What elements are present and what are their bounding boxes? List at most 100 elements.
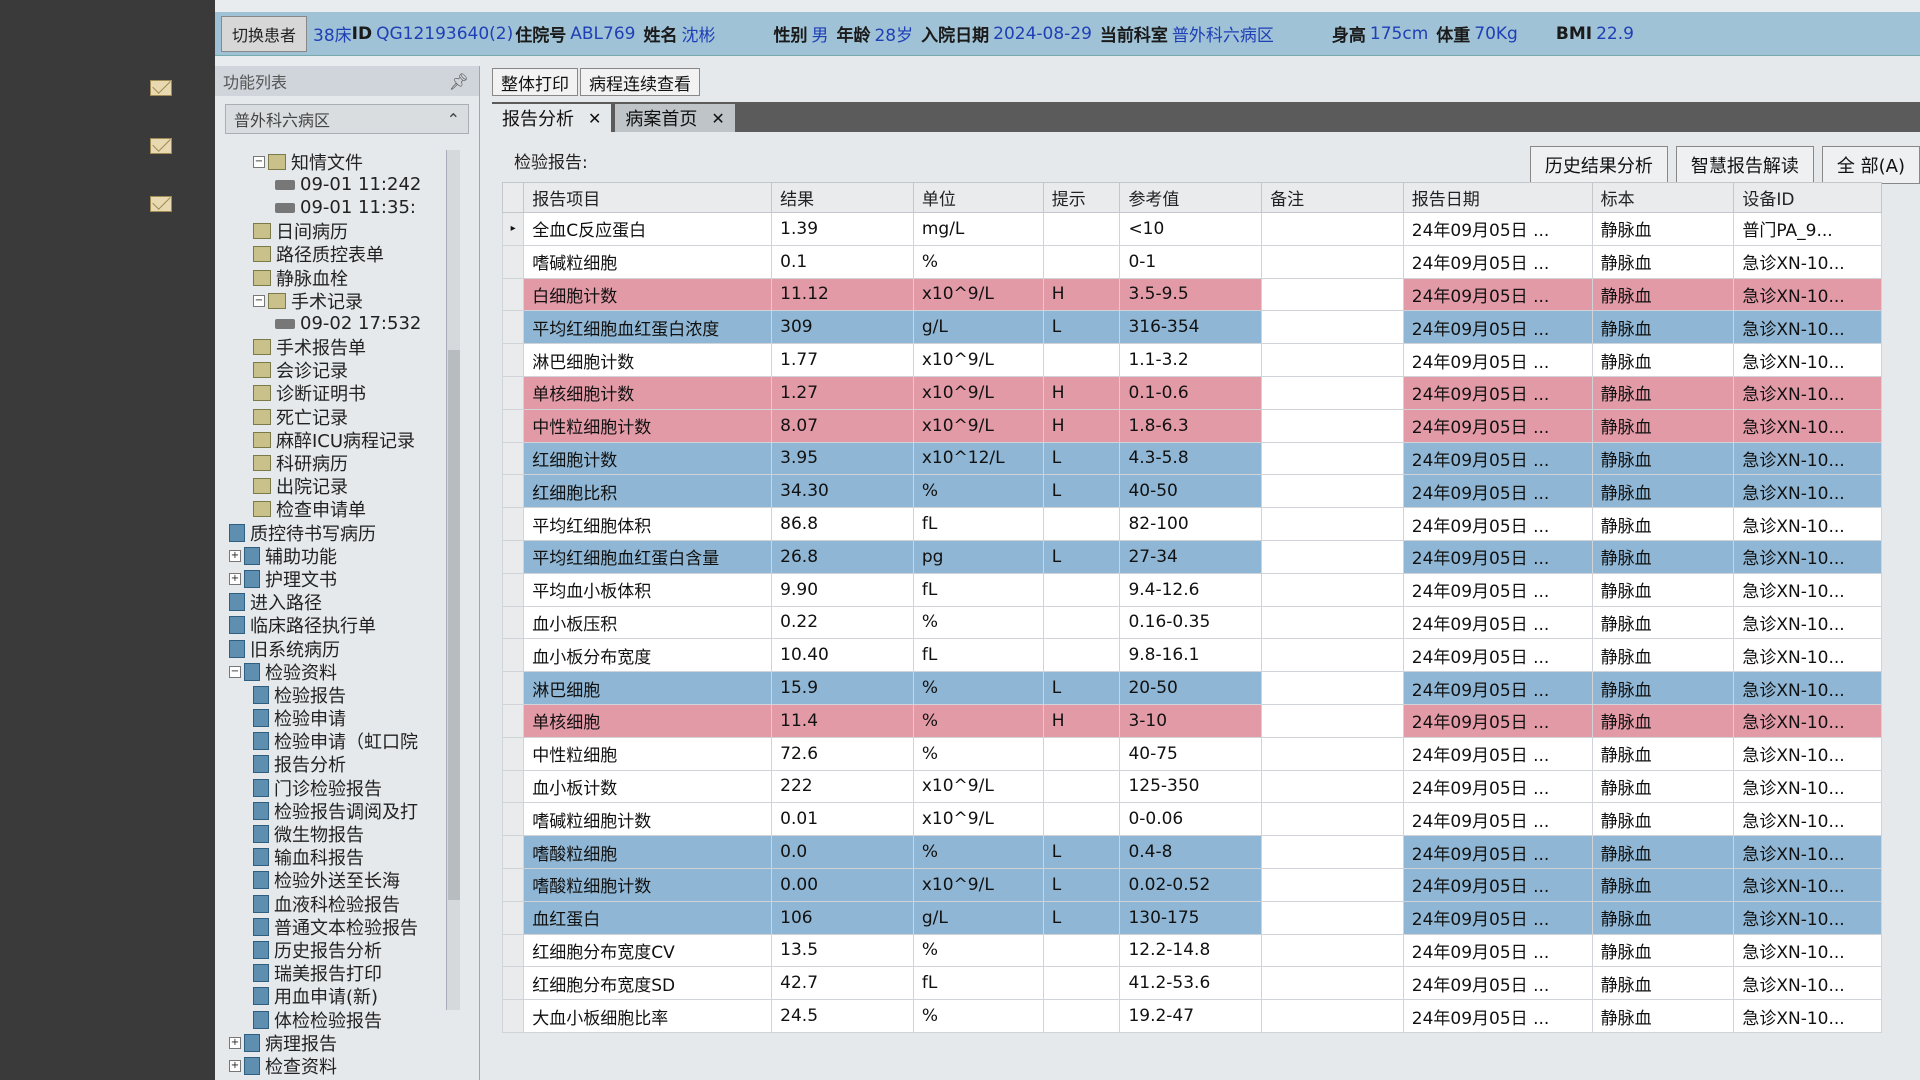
scrollbar-thumb[interactable] [448, 350, 460, 900]
table-row[interactable]: 嗜酸粒细胞计数 0.00 x10^9/L L 0.02-0.52 24年09月05日 ..… [501, 867, 1882, 902]
tab-report-analysis[interactable]: 报告分析 ✕ [492, 104, 612, 132]
tree-item[interactable]: 检验申请（虹口院 [219, 730, 459, 753]
row-indicator[interactable] [501, 769, 525, 804]
tree-item[interactable]: 进入路径 [219, 591, 459, 614]
tree-item[interactable]: 门诊检验报告 [219, 776, 459, 800]
table-row[interactable]: 平均红细胞血红蛋白浓度 309 g/L L 316-354 24年09月05日 ... 静脉… [501, 310, 1882, 345]
tree-item[interactable]: 死亡记录 [219, 405, 459, 429]
row-indicator[interactable] [501, 244, 525, 279]
row-indicator[interactable] [501, 310, 525, 345]
row-indicator[interactable] [501, 277, 525, 312]
tree-item[interactable]: 日间病历 [219, 220, 459, 243]
tree-item[interactable]: 会诊记录 [219, 359, 459, 382]
tree-scrollbar[interactable] [446, 150, 460, 1010]
row-indicator[interactable] [501, 867, 525, 902]
table-row[interactable]: 嗜碱粒细胞 0.1% 0-1 24年09月05日 ... 静脉血 急诊XN-10... [501, 244, 1882, 279]
table-row[interactable]: 红细胞计数 3.95 x10^12/L L 4.3-5.8 24年09月05日 ... 静脉… [501, 441, 1882, 476]
row-indicator[interactable] [501, 343, 525, 377]
tree-item[interactable]: − 知情文件 [219, 150, 459, 174]
collapse-icon[interactable]: − [253, 294, 265, 307]
expand-icon[interactable]: + [229, 549, 241, 562]
row-indicator[interactable] [501, 507, 525, 541]
row-indicator[interactable] [501, 736, 525, 771]
table-row[interactable]: 平均红细胞血红蛋白含量 26.8 pg L 27-34 24年09月05日 ... 静脉血急… [501, 539, 1882, 574]
collapse-icon[interactable]: − [253, 155, 265, 168]
row-indicator[interactable] [501, 474, 525, 509]
table-row[interactable]: 血小板压积 0.22% 0.16-0.35 24年09月05日 ... 静脉血 急诊XN-… [501, 605, 1882, 640]
row-indicator[interactable] [501, 933, 525, 968]
table-row[interactable]: 血小板分布宽度 10.40 fL 9.8-16.1 24年09月05日 ... 静脉血 急诊… [501, 638, 1882, 673]
continuous-view-button[interactable]: 病程连续查看 [580, 68, 700, 96]
tree-item[interactable]: 用血申请(新) [219, 985, 459, 1008]
tree-item[interactable]: 科研病历 [219, 451, 459, 475]
tree-item[interactable]: + 检查资料 [219, 1054, 459, 1078]
column-header[interactable]: 结果 [771, 182, 914, 213]
column-header[interactable]: 单位 [912, 182, 1044, 213]
tree-item[interactable]: 路径质控表单 [219, 243, 459, 266]
close-icon[interactable]: ✕ [588, 109, 601, 128]
table-row[interactable]: 白细胞计数 11.12 x10^9/L H 3.5-9.5 24年09月05日 ... 静脉… [501, 277, 1882, 312]
table-row[interactable]: 血小板计数 222 x10^9/L 125-350 24年09月05日 ... 静脉血 急诊… [501, 769, 1882, 804]
expand-icon[interactable]: + [229, 572, 241, 585]
column-header[interactable]: 备注 [1261, 182, 1404, 213]
table-row[interactable]: 红细胞比积 34.30% L 40-50 24年09月05日 ... 静脉血 急诊XN-10… [501, 474, 1882, 509]
tree-item[interactable]: 报告分析 [219, 753, 459, 776]
row-indicator[interactable] [501, 835, 525, 869]
row-indicator[interactable] [501, 441, 525, 476]
tree-item[interactable]: 微生物报告 [219, 822, 459, 846]
expand-icon[interactable]: + [229, 1059, 241, 1072]
column-header[interactable]: 报告项目 [523, 182, 773, 213]
tree-item[interactable]: 历史报告分析 [219, 938, 459, 962]
tree-item[interactable]: 手术报告单 [219, 336, 459, 359]
column-header[interactable]: 报告日期 [1402, 182, 1593, 213]
tree-item[interactable]: 质控待书写病历 [219, 521, 459, 545]
column-header[interactable]: 标本 [1591, 182, 1735, 213]
table-row[interactable]: 单核细胞 11.4% H 3-10 24年09月05日 ... 静脉血 急诊XN-10... [501, 703, 1882, 738]
row-indicator[interactable] [501, 703, 525, 738]
row-indicator[interactable] [501, 408, 525, 443]
tree-item[interactable]: 检验申请 [219, 707, 459, 730]
tree-item[interactable]: 诊断证明书 [219, 382, 459, 405]
tree-item[interactable]: 输血科报告 [219, 846, 459, 869]
table-row[interactable]: 大血小板细胞比率 24.5% 19.2-47 24年09月05日 ... 静脉血 急诊XN… [501, 999, 1882, 1033]
row-indicator[interactable] [501, 572, 525, 607]
column-header[interactable]: 设备ID [1733, 182, 1882, 213]
smart-report-button[interactable]: 智慧报告解读 [1675, 146, 1814, 184]
tree-item[interactable]: − 检验资料 [219, 660, 459, 684]
tree-item[interactable]: + 辅助功能 [219, 544, 459, 568]
row-indicator[interactable] [501, 671, 525, 705]
table-row[interactable]: 血红蛋白 106 g/L L 130-175 24年09月05日 ... 静脉血 急诊XN-1… [501, 900, 1882, 935]
tree-item[interactable]: 09-01 11:35: [219, 196, 459, 219]
show-all-button[interactable]: 全 部(A) [1821, 146, 1920, 184]
table-row[interactable]: 嗜碱粒细胞计数 0.01 x10^9/L 0-0.06 24年09月05日 ... 静脉血… [501, 802, 1882, 837]
tree-item[interactable]: 检查申请单 [219, 498, 459, 521]
tree-item[interactable]: 瑞美报告打印 [219, 962, 459, 985]
row-selected-arrow-icon[interactable]: ▸ [501, 212, 525, 246]
row-indicator[interactable] [501, 605, 525, 640]
pin-icon[interactable]: 📌︎ [449, 72, 469, 91]
table-row[interactable]: 淋巴细胞计数 1.77 x10^9/L 1.1-3.2 24年09月05日 ... 静脉血… [501, 343, 1882, 377]
table-row[interactable]: 红细胞分布宽度CV 13.5% 12.2-14.8 24年09月05日 ... 静脉血急… [501, 933, 1882, 968]
tree-item[interactable]: 旧系统病历 [219, 637, 459, 661]
table-row[interactable]: 单核细胞计数 1.27 x10^9/L H 0.1-0.6 24年09月05日 ... 静脉… [501, 375, 1882, 410]
switch-patient-button[interactable]: 切换患者 [221, 15, 308, 52]
tree-item[interactable]: 检验报告调阅及打 [219, 799, 459, 823]
tree-item[interactable]: + 病理报告 [219, 1031, 459, 1055]
tree-item[interactable]: 麻醉ICU病程记录 [219, 428, 459, 452]
tree-item[interactable]: 血液科检验报告 [219, 892, 459, 916]
column-header[interactable]: 提示 [1042, 182, 1121, 213]
close-icon[interactable]: ✕ [711, 109, 724, 128]
column-header[interactable]: 参考值 [1119, 182, 1263, 213]
tree-item[interactable]: 09-02 17:532 [219, 312, 459, 335]
history-analysis-button[interactable]: 历史结果分析 [1529, 146, 1668, 184]
tree-item[interactable]: 普通文本检验报告 [219, 915, 459, 939]
mail-icon[interactable] [150, 196, 172, 212]
tree-item[interactable]: 体检检验报告 [219, 1008, 459, 1032]
tree-item[interactable]: 检验报告 [219, 683, 459, 707]
tree-item[interactable]: + 护理文书 [219, 567, 459, 591]
table-row[interactable]: ▸ 全血C反应蛋白 1.39 mg/L <10 24年09月05日 ... 静脉血 普门PA_… [501, 212, 1882, 246]
tree-item[interactable]: 静脉血栓 [219, 266, 459, 290]
row-indicator[interactable] [501, 900, 525, 935]
ward-selector[interactable]: 普外科六病区 ⌃ [225, 104, 469, 134]
tree-item[interactable]: − 手术记录 [219, 289, 459, 313]
